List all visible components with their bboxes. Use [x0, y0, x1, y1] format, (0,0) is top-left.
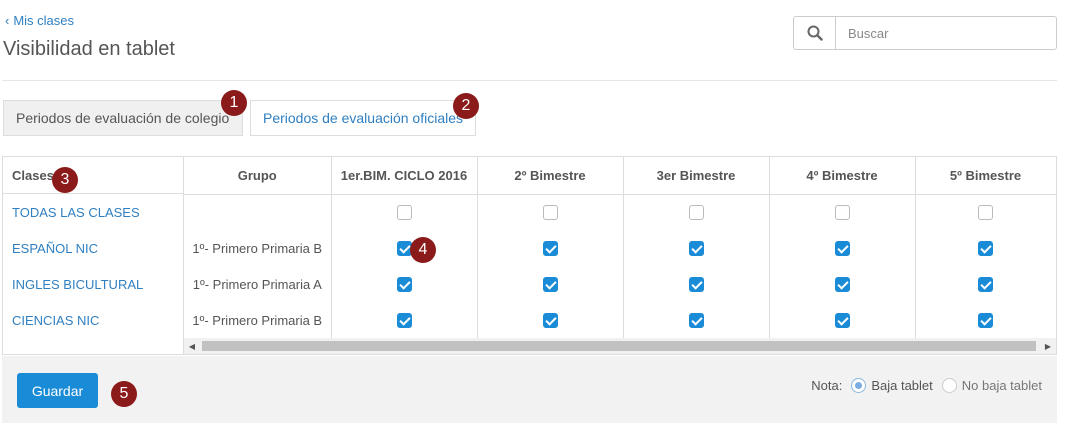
table-row: [184, 194, 1056, 230]
table-row: 1º- Primero Primaria A: [184, 266, 1056, 302]
visibility-checkbox-checked[interactable]: [978, 313, 993, 329]
visibility-checkbox-checked[interactable]: [688, 313, 704, 329]
visibility-checkbox-checked[interactable]: [834, 277, 850, 293]
visibility-checkbox-checked[interactable]: [688, 241, 704, 257]
class-link[interactable]: TODAS LAS CLASES: [3, 194, 183, 230]
visibility-cell: [331, 266, 478, 302]
header-period: 2º Bimestre: [477, 157, 624, 195]
visibility-cell: [915, 194, 1056, 230]
back-link-label: Mis clases: [13, 13, 75, 28]
visibility-cell: [477, 230, 624, 266]
tab-periodos-colegio[interactable]: Periodos de evaluación de colegio: [3, 100, 243, 136]
visibility-checkbox-checked[interactable]: [396, 277, 412, 293]
header-clases: Clases: [3, 157, 183, 194]
visibility-checkbox-checked[interactable]: [978, 241, 993, 257]
grid-body: 1º- Primero Primaria B 1º- Primero Primar…: [184, 194, 1056, 338]
legend-baja-tablet: Baja tablet: [851, 378, 933, 393]
search-box: [793, 16, 1057, 50]
visibility-cell: [769, 266, 916, 302]
tab-periodos-oficiales[interactable]: Periodos de evaluación oficiales: [250, 100, 476, 136]
visibility-cell: [623, 302, 770, 338]
legend-no-baja-tablet: No baja tablet: [941, 378, 1042, 393]
visibility-cell: [623, 230, 770, 266]
legend-label: Baja tablet: [871, 378, 933, 393]
scroll-right-arrow-icon[interactable]: ▶: [1040, 338, 1056, 354]
classes-column: Clases TODAS LAS CLASES ESPAÑOL NIC INGL…: [3, 157, 184, 354]
header-grupo: Grupo: [184, 157, 332, 195]
visibility-cell: [623, 194, 770, 230]
visibility-checkbox-checked[interactable]: [396, 313, 412, 329]
header-period: 4º Bimestre: [769, 157, 916, 195]
marker-4: 4: [410, 237, 436, 263]
visibility-cell: [769, 302, 916, 338]
marker-3: 3: [52, 167, 78, 193]
visibility-legend: Nota: Baja tablet No baja tablet: [811, 378, 1042, 393]
visibility-cell: [915, 266, 1056, 302]
save-button[interactable]: Guardar: [17, 373, 98, 408]
visibility-checkbox-unchecked[interactable]: [396, 205, 412, 221]
header-period: 5º Bimestre: [915, 157, 1056, 195]
back-link-mis-clases[interactable]: ‹ Mis clases: [5, 13, 74, 28]
visibility-checkbox-unchecked[interactable]: [834, 205, 850, 221]
visibility-checkbox-checked[interactable]: [542, 313, 558, 329]
marker-2: 2: [453, 93, 479, 119]
visibility-cell: [477, 302, 624, 338]
visibility-cell: [623, 266, 770, 302]
visibility-cell: [477, 194, 624, 230]
grupo-cell: 1º- Primero Primaria B: [184, 302, 332, 338]
visibility-checkbox-unchecked[interactable]: [542, 205, 558, 221]
nota-label: Nota:: [811, 378, 843, 393]
class-link[interactable]: INGLES BICULTURAL: [3, 266, 183, 302]
visibility-checkbox-checked[interactable]: [978, 277, 993, 293]
visibility-cell: [915, 302, 1056, 338]
class-link[interactable]: ESPAÑOL NIC: [3, 230, 183, 266]
table-scroll-area: Grupo 1er.BIM. CICLO 2016 2º Bimestre 3e…: [184, 157, 1056, 354]
visibility-table: Clases TODAS LAS CLASES ESPAÑOL NIC INGL…: [2, 156, 1057, 355]
visibility-cell: [477, 266, 624, 302]
visibility-checkbox-checked[interactable]: [542, 277, 558, 293]
visibility-checkbox-unchecked[interactable]: [978, 205, 993, 221]
visibility-cell: [769, 194, 916, 230]
scrollbar-track[interactable]: [200, 338, 1040, 354]
legend-label: No baja tablet: [961, 378, 1042, 393]
visibility-cell: [769, 230, 916, 266]
search-input[interactable]: [836, 17, 1056, 49]
visibility-cell: [331, 194, 478, 230]
periods-grid: Grupo 1er.BIM. CICLO 2016 2º Bimestre 3e…: [184, 157, 1056, 338]
radio-empty-icon: [941, 378, 957, 393]
chevron-left-icon: ‹: [5, 13, 10, 28]
grupo-cell: 1º- Primero Primaria A: [184, 266, 332, 302]
visibility-checkbox-checked[interactable]: [688, 277, 704, 293]
visibility-checkbox-checked[interactable]: [834, 241, 850, 257]
page-title: Visibilidad en tablet: [3, 38, 175, 60]
visibility-cell: [331, 302, 478, 338]
search-icon: [807, 25, 823, 41]
marker-1: 1: [221, 90, 247, 116]
scrollbar-thumb[interactable]: [202, 341, 1036, 351]
scroll-left-arrow-icon[interactable]: ◀: [184, 338, 200, 354]
visibility-checkbox-checked[interactable]: [542, 241, 558, 257]
class-link[interactable]: CIENCIAS NIC: [3, 302, 183, 338]
marker-5: 5: [111, 381, 137, 407]
footer-bar: Guardar Nota: Baja tablet No baja tablet: [2, 356, 1057, 423]
header-period: 1er.BIM. CICLO 2016: [331, 157, 478, 195]
visibility-cell: [915, 230, 1056, 266]
table-row: 1º- Primero Primaria B: [184, 302, 1056, 338]
radio-selected-icon: [851, 378, 867, 393]
search-button[interactable]: [794, 17, 836, 49]
grupo-cell: [184, 194, 332, 230]
header-divider: [2, 80, 1057, 81]
visibility-checkbox-checked[interactable]: [834, 313, 850, 329]
header-period: 3er Bimestre: [623, 157, 770, 195]
horizontal-scrollbar[interactable]: ◀ ▶: [184, 338, 1056, 354]
visibility-cell: [331, 230, 478, 266]
table-row: 1º- Primero Primaria B: [184, 230, 1056, 266]
visibility-checkbox-unchecked[interactable]: [688, 205, 704, 221]
grupo-cell: 1º- Primero Primaria B: [184, 230, 332, 266]
